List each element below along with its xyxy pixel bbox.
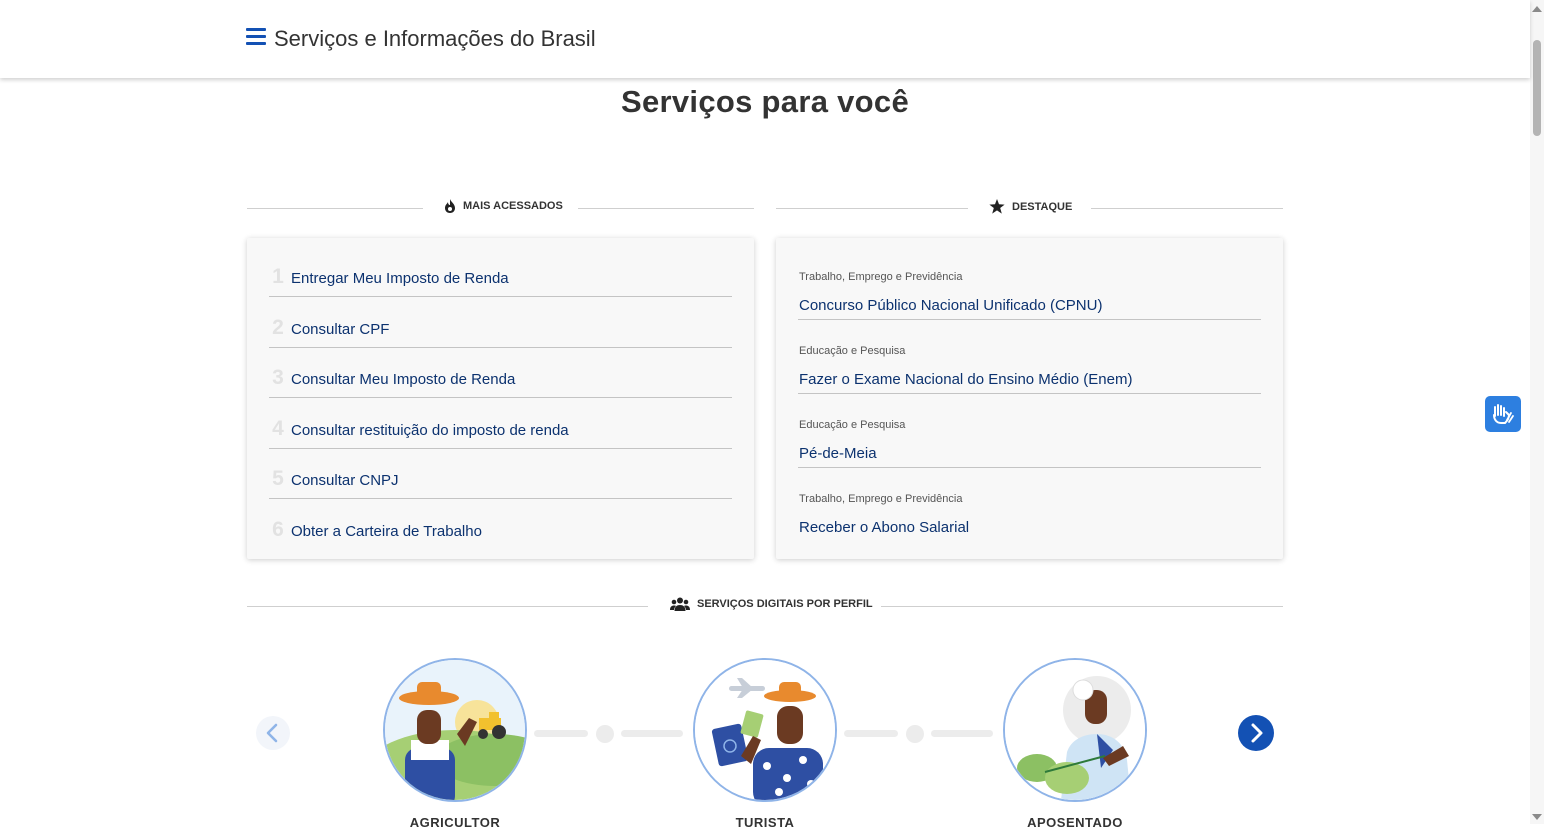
retiree-illustration [1005, 660, 1145, 800]
profile-farmer-label[interactable]: AGRICULTOR [375, 815, 535, 830]
scroll-up-arrow[interactable] [1532, 6, 1542, 12]
carousel-prev-button[interactable] [256, 716, 290, 750]
highlight-item[interactable]: Trabalho, Emprego e Previdência Concurso… [798, 245, 1261, 320]
site-title[interactable]: Serviços e Informações do Brasil [274, 26, 596, 52]
profile-farmer-button[interactable] [383, 658, 527, 802]
tourist-illustration [695, 660, 835, 800]
carousel-connector-dot [596, 725, 614, 743]
sign-language-hands-icon [1493, 404, 1514, 424]
carousel-connector [844, 730, 898, 737]
most-accessed-heading-label: MAIS ACESSADOS [463, 200, 563, 212]
hamburger-menu-icon[interactable] [246, 28, 266, 48]
highlight-item[interactable]: Educação e Pesquisa Pé-de-Meia [798, 393, 1261, 468]
profile-retiree-button[interactable] [1003, 658, 1147, 802]
highlight-category: Educação e Pesquisa [799, 419, 906, 431]
most-accessed-link[interactable]: Consultar restituição do imposto de rend… [291, 422, 569, 439]
flame-icon [445, 199, 455, 213]
profile-tourist-button[interactable] [693, 658, 837, 802]
rank-number: 6 [272, 518, 284, 541]
highlights-heading-label: DESTAQUE [1012, 200, 1073, 213]
most-accessed-item[interactable]: 2 Consultar CPF [269, 297, 732, 348]
most-accessed-link[interactable]: Entregar Meu Imposto de Renda [291, 270, 509, 287]
most-accessed-heading: MAIS ACESSADOS [247, 199, 754, 219]
profile-tourist-label[interactable]: TURISTA [685, 815, 845, 830]
highlight-link[interactable]: Receber o Abono Salarial [799, 519, 969, 536]
site-header: Serviços e Informações do Brasil [0, 0, 1530, 78]
page-title: Serviços para você [620, 84, 910, 119]
highlight-link[interactable]: Concurso Público Nacional Unificado (CPN… [799, 297, 1102, 314]
highlights-card: Trabalho, Emprego e Previdência Concurso… [776, 238, 1283, 559]
chevron-right-icon [1251, 723, 1263, 743]
rank-number: 5 [272, 467, 284, 490]
star-icon [989, 199, 1005, 214]
highlight-item[interactable]: Educação e Pesquisa Fazer o Exame Nacion… [798, 319, 1261, 394]
chevron-left-icon [266, 723, 278, 743]
carousel-connector [931, 730, 993, 737]
highlight-item[interactable]: Trabalho, Emprego e Previdência Receber … [798, 467, 1261, 541]
highlight-category: Trabalho, Emprego e Previdência [799, 271, 963, 283]
carousel-next-button[interactable] [1238, 715, 1274, 751]
most-accessed-item[interactable]: 3 Consultar Meu Imposto de Renda [269, 347, 732, 398]
rank-number: 3 [272, 366, 284, 389]
highlight-category: Educação e Pesquisa [799, 345, 906, 357]
highlight-category: Trabalho, Emprego e Previdência [799, 493, 963, 505]
highlight-link[interactable]: Pé-de-Meia [799, 445, 877, 462]
most-accessed-item[interactable]: 5 Consultar CNPJ [269, 448, 732, 499]
carousel-connector [621, 730, 683, 737]
profiles-heading: SERVIÇOS DIGITAIS POR PERFIL [247, 597, 1283, 617]
highlights-heading: DESTAQUE [776, 199, 1283, 219]
vlibras-accessibility-button[interactable] [1485, 396, 1521, 432]
highlight-link[interactable]: Fazer o Exame Nacional do Ensino Médio (… [799, 371, 1133, 388]
page-scrollbar[interactable] [1530, 0, 1544, 824]
rank-number: 1 [272, 265, 284, 288]
carousel-connector-dot [906, 725, 924, 743]
scroll-down-arrow[interactable] [1532, 814, 1542, 820]
most-accessed-link[interactable]: Consultar CPF [291, 321, 389, 338]
profile-retiree-label[interactable]: APOSENTADO [995, 815, 1155, 830]
profiles-heading-label: SERVIÇOS DIGITAIS POR PERFIL [697, 598, 873, 610]
most-accessed-item[interactable]: 4 Consultar restituição do imposto de re… [269, 398, 732, 449]
most-accessed-card: 1 Entregar Meu Imposto de Renda 2 Consul… [247, 238, 754, 559]
farmer-illustration [385, 660, 525, 800]
most-accessed-item[interactable]: 6 Obter a Carteira de Trabalho [269, 499, 732, 549]
most-accessed-link[interactable]: Obter a Carteira de Trabalho [291, 523, 482, 540]
most-accessed-link[interactable]: Consultar Meu Imposto de Renda [291, 371, 515, 388]
rank-number: 2 [272, 316, 284, 339]
scroll-thumb[interactable] [1533, 40, 1541, 136]
most-accessed-item[interactable]: 1 Entregar Meu Imposto de Renda [269, 246, 732, 297]
carousel-connector [534, 730, 588, 737]
most-accessed-link[interactable]: Consultar CNPJ [291, 472, 399, 489]
rank-number: 4 [272, 417, 284, 440]
users-icon [670, 597, 690, 611]
